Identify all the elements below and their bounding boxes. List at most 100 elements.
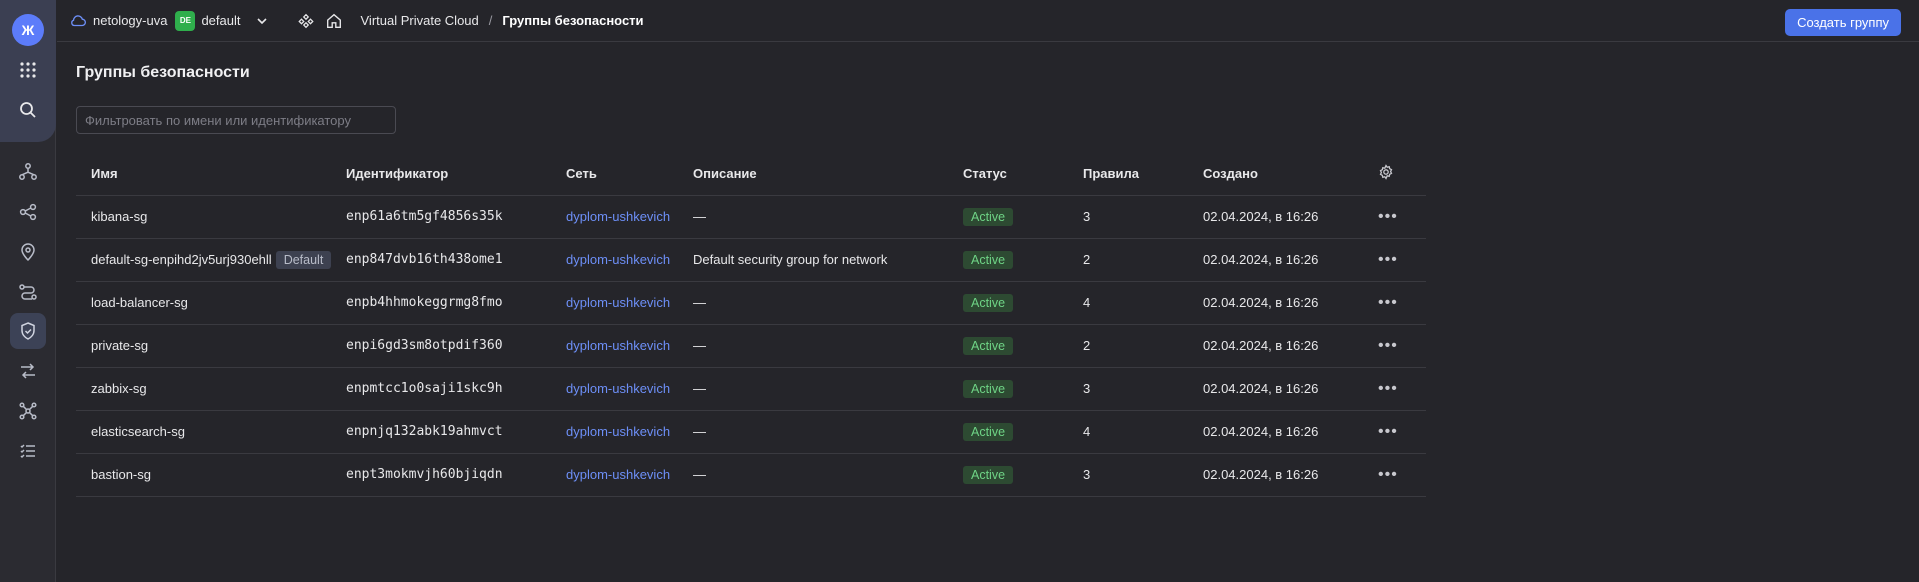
create-group-button[interactable]: Создать группу xyxy=(1785,9,1901,36)
column-header-network[interactable]: Сеть xyxy=(566,153,693,196)
table-row[interactable]: private-sg enpi6gd3sm8otpdif360 dyplom-u… xyxy=(76,324,1426,368)
row-actions-icon[interactable]: ••• xyxy=(1378,208,1398,225)
cell-created: 02.04.2024, в 16:26 xyxy=(1203,367,1378,411)
status-badge: Active xyxy=(963,293,1014,312)
search-icon[interactable] xyxy=(10,92,46,128)
cell-description: — xyxy=(693,281,963,325)
network-link[interactable]: dyplom-ushkevich xyxy=(566,424,670,439)
cell-created: 02.04.2024, в 16:26 xyxy=(1203,453,1378,497)
cell-name[interactable]: bastion-sg xyxy=(76,453,346,497)
column-header-status[interactable]: Статус xyxy=(963,153,1083,196)
table-row[interactable]: bastion-sg enpt3mokmvjh60bjiqdn dyplom-u… xyxy=(76,453,1426,497)
column-header-created[interactable]: Создано xyxy=(1203,153,1378,196)
cell-name[interactable]: kibana-sg xyxy=(76,195,346,239)
transfer-icon[interactable] xyxy=(10,353,46,389)
cell-name[interactable]: default-sg-enpihd2jv5urj930ehll Default xyxy=(76,238,346,282)
table-row[interactable]: kibana-sg enp61a6tm5gf4856s35k dyplom-us… xyxy=(76,195,1426,239)
cell-description: — xyxy=(693,410,963,454)
network-link[interactable]: dyplom-ushkevich xyxy=(566,295,670,310)
network-link[interactable]: dyplom-ushkevich xyxy=(566,252,670,267)
status-badge: Active xyxy=(963,379,1014,398)
row-actions-icon[interactable]: ••• xyxy=(1378,423,1398,440)
cell-created: 02.04.2024, в 16:26 xyxy=(1203,238,1378,282)
column-header-id[interactable]: Идентификатор xyxy=(346,153,566,196)
cloud-logo[interactable]: Ж xyxy=(12,14,44,46)
nodes-icon[interactable] xyxy=(10,393,46,429)
network-link[interactable]: dyplom-ushkevich xyxy=(566,338,670,353)
cell-rules: 4 xyxy=(1083,410,1203,454)
cell-name[interactable]: load-balancer-sg xyxy=(76,281,346,325)
cell-created: 02.04.2024, в 16:26 xyxy=(1203,324,1378,368)
table-row[interactable]: elasticsearch-sg enpnjq132abk19ahmvct dy… xyxy=(76,410,1426,454)
row-actions-icon[interactable]: ••• xyxy=(1378,466,1398,483)
cell-rules: 3 xyxy=(1083,195,1203,239)
cell-id: enpb4hhmokeggrmg8fmo xyxy=(346,281,566,325)
column-header-name[interactable]: Имя xyxy=(76,153,346,196)
row-actions-icon[interactable]: ••• xyxy=(1378,337,1398,354)
cell-id: enp61a6tm5gf4856s35k xyxy=(346,195,566,239)
cell-name[interactable]: private-sg xyxy=(76,324,346,368)
home-icon[interactable] xyxy=(325,12,343,30)
breadcrumb-current: Группы безопасности xyxy=(502,13,644,28)
table-row[interactable]: zabbix-sg enpmtcc1o0saji1skc9h dyplom-us… xyxy=(76,367,1426,411)
cell-description: — xyxy=(693,324,963,368)
cell-id: enp847dvb16th438ome1 xyxy=(346,238,566,282)
network-link[interactable]: dyplom-ushkevich xyxy=(566,467,670,482)
cell-rules: 2 xyxy=(1083,238,1203,282)
column-header-description[interactable]: Описание xyxy=(693,153,963,196)
row-actions-icon[interactable]: ••• xyxy=(1378,294,1398,311)
table-row[interactable]: default-sg-enpihd2jv5urj930ehll Default e… xyxy=(76,238,1426,282)
route-icon[interactable] xyxy=(10,274,46,310)
row-actions-icon[interactable]: ••• xyxy=(1378,251,1398,268)
cell-created: 02.04.2024, в 16:26 xyxy=(1203,410,1378,454)
status-badge: Active xyxy=(963,250,1014,269)
table-row[interactable]: load-balancer-sg enpb4hhmokeggrmg8fmo dy… xyxy=(76,281,1426,325)
default-badge: Default xyxy=(275,250,332,269)
cloud-icon xyxy=(71,14,86,26)
chevron-down-icon[interactable] xyxy=(255,14,269,28)
share-icon[interactable] xyxy=(10,194,46,230)
folder-name[interactable]: default xyxy=(201,13,240,28)
gear-icon[interactable] xyxy=(1378,164,1394,181)
cell-name[interactable]: zabbix-sg xyxy=(76,367,346,411)
breadcrumb-separator: / xyxy=(488,13,493,28)
cell-description: — xyxy=(693,367,963,411)
status-badge: Active xyxy=(963,207,1014,226)
cell-rules: 3 xyxy=(1083,453,1203,497)
status-badge: Active xyxy=(963,465,1014,484)
column-header-rules[interactable]: Правила xyxy=(1083,153,1203,196)
table-header-row: Имя Идентификатор Сеть Описание Статус П… xyxy=(76,153,1426,196)
cell-id: enpt3mokmvjh60bjiqdn xyxy=(346,453,566,497)
cell-created: 02.04.2024, в 16:26 xyxy=(1203,281,1378,325)
network-link[interactable]: dyplom-ushkevich xyxy=(566,381,670,396)
cell-id: enpmtcc1o0saji1skc9h xyxy=(346,367,566,411)
cell-description: — xyxy=(693,453,963,497)
list-icon[interactable] xyxy=(10,433,46,469)
status-badge: Active xyxy=(963,336,1014,355)
cell-name[interactable]: elasticsearch-sg xyxy=(76,410,346,454)
left-rail: Ж xyxy=(0,0,56,582)
status-badge: Active xyxy=(963,422,1014,441)
cell-id: enpnjq132abk19ahmvct xyxy=(346,410,566,454)
cell-description: — xyxy=(693,195,963,239)
breadcrumb-service[interactable]: Virtual Private Cloud xyxy=(361,13,479,28)
grid-icon[interactable] xyxy=(10,52,46,88)
cloud-name[interactable]: netology-uva xyxy=(93,13,167,28)
top-header: netology-uva DE default Virtual Private … xyxy=(57,0,1919,42)
location-icon[interactable] xyxy=(10,234,46,270)
cell-created: 02.04.2024, в 16:26 xyxy=(1203,195,1378,239)
cell-rules: 2 xyxy=(1083,324,1203,368)
filter-input[interactable] xyxy=(76,106,396,134)
network-icon[interactable] xyxy=(10,154,46,190)
cell-rules: 4 xyxy=(1083,281,1203,325)
network-link[interactable]: dyplom-ushkevich xyxy=(566,209,670,224)
row-actions-icon[interactable]: ••• xyxy=(1378,380,1398,397)
page-title: Группы безопасности xyxy=(76,64,250,81)
cell-description: Default security group for network xyxy=(693,238,963,282)
cell-rules: 3 xyxy=(1083,367,1203,411)
cell-name-text[interactable]: default-sg-enpihd2jv5urj930ehll xyxy=(91,252,272,267)
services-icon[interactable] xyxy=(297,12,315,30)
table-settings[interactable] xyxy=(1378,153,1426,196)
shield-icon[interactable] xyxy=(10,313,46,349)
folder-badge: DE xyxy=(175,10,196,31)
